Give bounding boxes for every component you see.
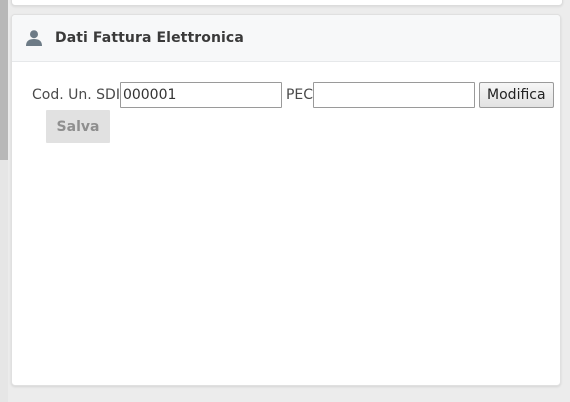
modify-button[interactable]: Modifica (479, 82, 554, 108)
scrollbar-thumb[interactable] (0, 0, 8, 160)
sdi-code-label: Cod. Un. SDI (32, 87, 120, 103)
previous-panel (11, 0, 563, 6)
save-button[interactable]: Salva (46, 110, 110, 143)
panel-header: Dati Fattura Elettronica (12, 15, 560, 62)
electronic-invoice-panel: Dati Fattura Elettronica Cod. Un. SDI PE… (11, 14, 561, 386)
sdi-code-input[interactable] (119, 82, 282, 108)
panel-title: Dati Fattura Elettronica (55, 30, 244, 46)
invoice-form-row: Cod. Un. SDI PEC Modifica (32, 82, 554, 108)
scrollbar[interactable] (0, 0, 8, 402)
pec-input[interactable] (313, 82, 476, 108)
user-icon (25, 29, 43, 47)
pec-label: PEC (285, 87, 314, 103)
